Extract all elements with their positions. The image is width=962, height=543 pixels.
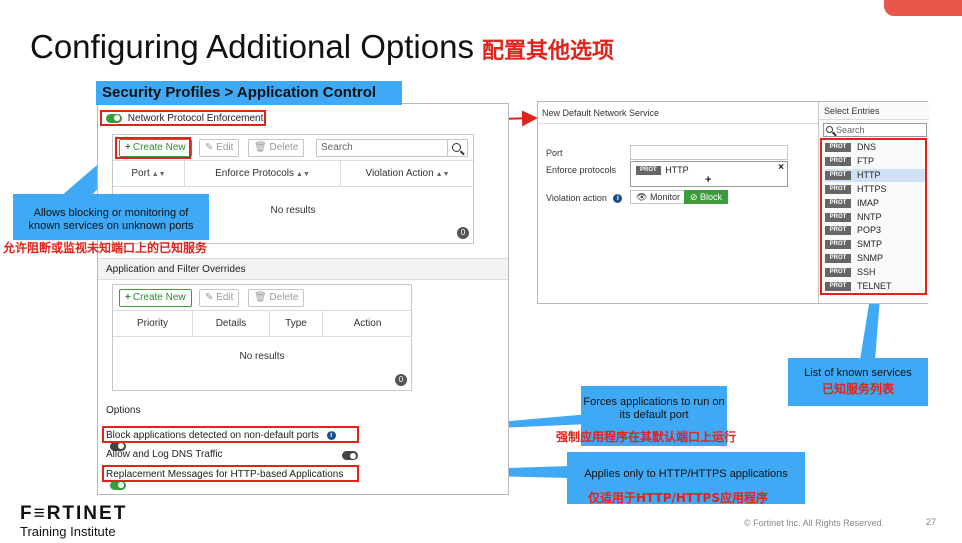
sort-icon: ▲▼ [296, 171, 310, 178]
npe-count-badge: 0 [457, 227, 469, 239]
overrides-edit-button[interactable]: ✎ Edit [199, 289, 240, 307]
http-callout-cn: 仅适用于HTTP/HTTPS应用程序 [588, 491, 768, 505]
training-institute-label: Training Institute [20, 524, 116, 539]
block-icon: ⊘ [690, 192, 701, 202]
highlight-service-list [820, 138, 927, 295]
highlight-npe-toggle [100, 110, 266, 126]
overrides-create-new-button[interactable]: + Create New [119, 289, 192, 307]
npe-search-input[interactable]: Search [316, 139, 448, 157]
services-callout-cn: 已知服务列表 [821, 382, 894, 396]
sort-icon: ▲▼ [151, 171, 166, 178]
enforce-protocols-label: Enforce protocols [546, 165, 617, 175]
add-protocol-icon[interactable]: + [705, 174, 711, 186]
fortinet-logo: F≡RTINET [20, 503, 128, 524]
port-label: Port [546, 148, 563, 158]
search-icon [452, 143, 461, 152]
dns-log-toggle[interactable] [342, 451, 358, 460]
trash-icon: 🗑 [254, 142, 270, 153]
col-type[interactable]: Type [270, 311, 323, 337]
option-row-dns: Allow and Log DNS Traffic [106, 449, 358, 460]
sort-icon: ▲▼ [435, 171, 450, 178]
npe-callout: Allows blocking or monitoring of known s… [13, 194, 209, 240]
overrides-count-badge: 0 [395, 374, 407, 386]
col-enforce-protocols[interactable]: Enforce Protocols ▲▼ [185, 161, 341, 187]
panel-breadcrumb-header: Security Profiles > Application Control [96, 81, 402, 105]
highlight-block-nondefault [102, 426, 359, 443]
enforce-protocol-value: HTTP [665, 165, 689, 175]
page-number: 27 [926, 517, 937, 527]
options-section-header: Options [98, 400, 508, 422]
col-action[interactable]: Action [323, 311, 412, 337]
npe-callout-cn: 允许阻断或监视未知端口上的已知服务 [3, 241, 208, 255]
overrides-no-results: No results [239, 351, 285, 362]
enforce-protocols-field[interactable]: PROT HTTP × + [630, 161, 788, 187]
select-entries-title: Select Entries [819, 102, 929, 120]
overrides-table: + Create New ✎ Edit 🗑 Delete Priority Det… [112, 284, 412, 391]
info-icon[interactable]: i [613, 194, 623, 204]
block-option[interactable]: ⊘ Block [684, 190, 729, 204]
overrides-section-header: Application and Filter Overrides [98, 258, 508, 280]
npe-edit-button[interactable]: ✎ Edit [199, 139, 240, 157]
col-details[interactable]: Details [193, 311, 270, 337]
services-callout-pointer [860, 298, 880, 360]
entries-search-input[interactable]: Search [823, 123, 927, 137]
overrides-delete-button[interactable]: 🗑 Delete [248, 289, 305, 307]
trash-icon: 🗑 [254, 292, 270, 303]
dialog-title: New Default Network Service [538, 102, 818, 124]
overrides-toolbar: + Create New ✎ Edit 🗑 Delete [113, 285, 411, 311]
option-label: Allow and Log DNS Traffic [106, 449, 223, 460]
violation-action-label: Violation action i [546, 193, 623, 204]
plus-icon: + [125, 292, 131, 303]
col-priority[interactable]: Priority [113, 311, 193, 337]
enforce-protocol-chip: PROT HTTP [636, 165, 689, 176]
copyright: © Fortinet Inc. All Rights Reserved. [744, 518, 885, 528]
services-callout: List of known services 已知服务列表 [788, 358, 928, 406]
replacement-messages-toggle[interactable] [110, 480, 126, 490]
highlight-npe-create-new [115, 137, 191, 159]
col-violation-action[interactable]: Violation Action ▲▼ [341, 161, 474, 187]
pencil-icon: ✎ [205, 142, 217, 153]
prot-tag: PROT [636, 166, 661, 176]
eye-icon: 👁 [636, 192, 650, 202]
remove-protocol-icon[interactable]: × [778, 162, 784, 173]
search-icon [826, 126, 833, 133]
port-input[interactable] [630, 145, 788, 160]
col-port[interactable]: Port ▲▼ [113, 161, 185, 187]
highlight-replacement-msgs [102, 465, 359, 482]
pencil-icon: ✎ [205, 292, 217, 303]
default-port-callout-cn: 强制应用程序在其默认端口上运行 [556, 430, 737, 444]
npe-search-button[interactable] [448, 139, 468, 157]
monitor-option[interactable]: 👁 Monitor [630, 190, 686, 204]
npe-delete-button[interactable]: 🗑 Delete [248, 139, 305, 157]
